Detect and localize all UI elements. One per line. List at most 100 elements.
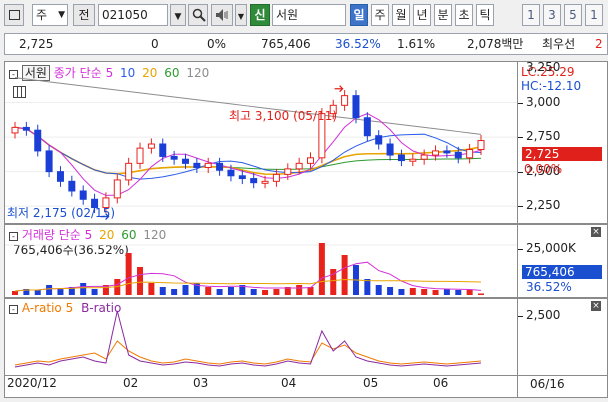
volume-bar-39 <box>455 290 462 295</box>
candle-37 <box>432 150 440 156</box>
best-ask-value: 2 <box>595 37 603 51</box>
speaker-icon <box>216 9 228 21</box>
price-tick-1: 2,750 <box>526 129 561 144</box>
candle-11 <box>136 147 144 164</box>
quote-info-bar: 2,725 0 0% 765,406 36.52% 1.61% 2,078백만 … <box>4 33 608 55</box>
chevron-down-icon: ▼ <box>58 10 65 20</box>
volume-bar-37 <box>432 290 439 295</box>
window-menu-button[interactable] <box>4 4 24 26</box>
period-tab-0[interactable]: 일 <box>350 4 368 26</box>
candle-24 <box>284 168 292 175</box>
search-icon <box>192 8 206 22</box>
volume-bar-19 <box>227 287 234 295</box>
volume-axis: × 25,000K 765,406 36.52% <box>518 224 608 298</box>
candle-41 <box>477 140 485 151</box>
price-tick-3: 2,250 <box>526 198 561 213</box>
volume-bar-22 <box>262 290 269 295</box>
volume-chart-panel[interactable]: - 거래량 단순 5 20 60 120 765,406주(36.52%) <box>4 224 518 298</box>
count-tab-2[interactable]: 5 <box>564 4 582 26</box>
stock-code-input[interactable]: 021050 <box>98 4 168 26</box>
ratio-chart-panel[interactable]: - A-ratio 5 B-ratio <box>4 298 518 376</box>
price-change-percent: 0% <box>207 37 227 51</box>
volume-bar-18 <box>216 289 223 295</box>
market-select[interactable]: 주 ▼ <box>32 4 68 26</box>
candle-16 <box>193 162 201 168</box>
candle-0 <box>11 126 19 134</box>
candle-10 <box>125 162 133 181</box>
candle-22 <box>261 180 269 184</box>
price-tick-mark-1 <box>518 137 523 139</box>
turnover: 1.61% <box>397 37 436 51</box>
volume-bar-33 <box>387 287 394 295</box>
candle-3 <box>45 150 53 173</box>
volume-bar-14 <box>171 289 178 295</box>
count-tab-3[interactable]: 1 <box>585 4 603 26</box>
volume-bar-23 <box>273 289 280 295</box>
speaker-button[interactable] <box>211 4 233 26</box>
new-button[interactable]: 신 <box>250 4 270 26</box>
current-pct-label: 0.00% <box>524 162 563 176</box>
period-tab-6[interactable]: 틱 <box>476 4 494 26</box>
candle-13 <box>159 143 167 157</box>
low-annotation: 최저 2,175 (02/15) <box>7 206 116 220</box>
volume-bar-2 <box>34 290 41 295</box>
price-chart-svg <box>5 77 517 221</box>
current-volume-badge: 765,406 <box>522 265 602 279</box>
a-ratio-line <box>14 340 482 366</box>
price-axis: LC:25.29 HC:-12.10 3,250 3,000 2,750 2,500 2… <box>518 60 608 224</box>
x-tick-5: 06 <box>433 376 449 390</box>
price-tick-mark-0 <box>518 102 523 104</box>
candle-19 <box>227 169 235 177</box>
candle-1 <box>22 126 30 131</box>
x-tick-1: 02 <box>123 376 139 390</box>
price-tick-partial: 3,250 <box>526 60 561 74</box>
candle-34 <box>397 154 405 162</box>
volume-bar-10 <box>125 253 132 295</box>
candle-40 <box>466 149 474 159</box>
x-tick-0: 2020/12 <box>7 376 57 390</box>
stock-name-field[interactable]: 서원 <box>272 4 346 26</box>
volume-bar-31 <box>364 279 371 295</box>
volume-bar-25 <box>296 285 303 295</box>
period-tab-1[interactable]: 주 <box>371 4 389 26</box>
count-tab-1[interactable]: 3 <box>543 4 561 26</box>
search-button[interactable] <box>188 4 208 26</box>
candle-21 <box>250 178 258 184</box>
volume-bar-34 <box>398 289 405 295</box>
volume-bar-27 <box>318 243 325 295</box>
ratio-tick: 2,500 <box>526 308 561 322</box>
speaker-dropdown-button[interactable]: ▼ <box>235 4 247 26</box>
last-date-label: 06/16 <box>530 377 565 391</box>
candle-36 <box>420 154 428 160</box>
volume-bar-11 <box>137 267 144 295</box>
x-axis-right: 06/16 <box>518 376 608 398</box>
volume-ratio: 36.52% <box>335 37 381 51</box>
close-icon[interactable]: × <box>591 227 601 237</box>
code-dropdown-button[interactable]: ▼ <box>170 4 186 26</box>
candle-4 <box>56 171 64 182</box>
x-tick-2: 03 <box>193 376 209 390</box>
volume-bar-6 <box>80 283 87 295</box>
quick-button[interactable]: 전 <box>73 4 95 26</box>
period-tab-4[interactable]: 분 <box>434 4 452 26</box>
volume-ma5-line <box>14 261 482 292</box>
volume-bar-3 <box>46 285 53 295</box>
volume-bar-26 <box>307 287 314 295</box>
period-tab-5[interactable]: 초 <box>455 4 473 26</box>
candle-25 <box>295 162 303 170</box>
candle-18 <box>216 162 224 171</box>
best-ask-label: 최우선 <box>542 37 576 51</box>
candle-39 <box>454 151 462 159</box>
price-chart-panel[interactable]: - 서원 종가 단순 5 10 20 60 120 최고 3,100 (05/1… <box>4 61 518 224</box>
ratio-axis: × 2,500 <box>518 298 608 376</box>
volume-tick-mark <box>518 249 523 250</box>
candle-30 <box>352 95 360 119</box>
candle-9 <box>113 179 121 199</box>
candle-2 <box>34 129 42 152</box>
candle-6 <box>79 190 87 200</box>
period-tab-3[interactable]: 년 <box>413 4 431 26</box>
period-tab-2[interactable]: 월 <box>392 4 410 26</box>
price-tick-0: 3,000 <box>526 94 561 109</box>
count-tab-0[interactable]: 1 <box>522 4 540 26</box>
close-icon[interactable]: × <box>591 301 601 311</box>
